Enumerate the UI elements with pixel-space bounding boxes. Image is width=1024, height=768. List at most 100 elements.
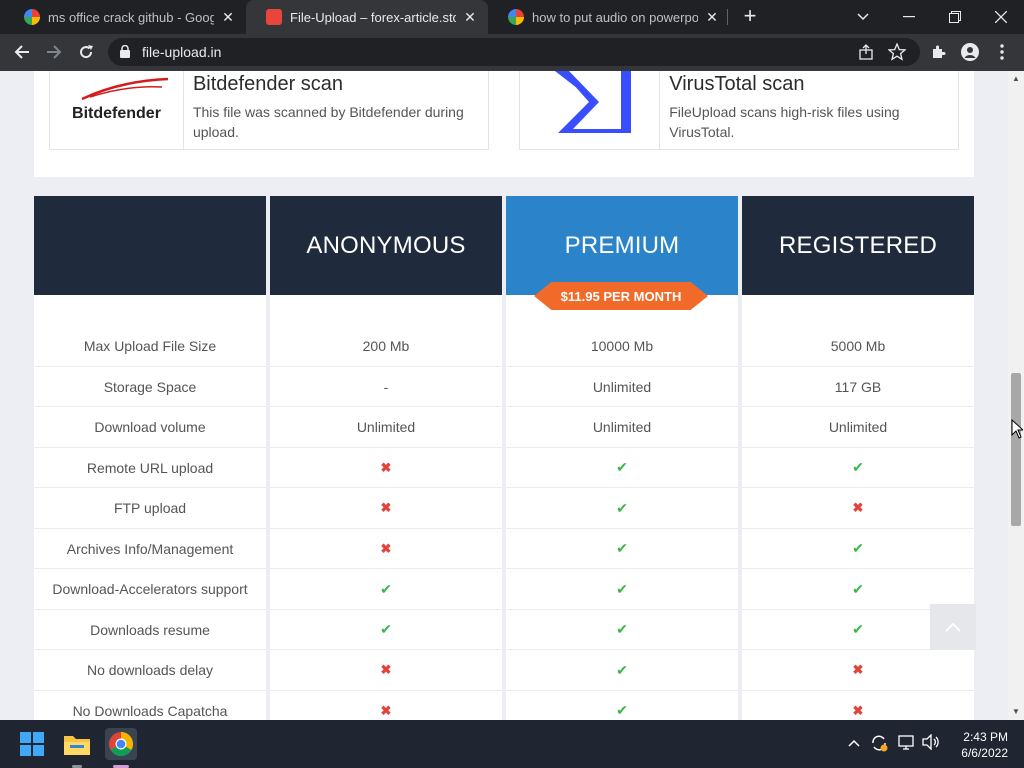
profile-button[interactable] [956,38,984,66]
feature-label: Archives Info/Management [66,540,234,557]
new-tab-button[interactable]: + [738,5,762,29]
clock-time: 2:43 PM [963,730,1008,744]
tab-google-search[interactable]: ms office crack github - Google S ✕ [4,0,246,34]
restore-button[interactable] [932,0,978,34]
scan-description: This file was scanned by Bitdefender dur… [192,104,464,140]
chrome-taskbar-button[interactable] [105,728,137,768]
feature-label: Storage Space [103,378,197,395]
table-row: Download volume Unlimited Unlimited Unlimit… [34,407,974,448]
scroll-to-top-button[interactable] [930,604,976,650]
scan-title: Bitdefender scan [192,73,344,95]
registered-cell: ✖ [742,691,974,721]
windows-logo-icon [20,732,44,756]
scroll-up-arrow-icon[interactable]: ▲ [1012,75,1020,83]
check-icon: ✔ [616,621,628,638]
scrollbar-thumb[interactable] [1011,373,1021,526]
plan-title: ANONYMOUS [306,231,466,259]
check-icon: ✔ [616,702,628,719]
scroll-down-arrow-icon[interactable]: ▼ [1012,708,1020,716]
back-button[interactable] [8,38,36,66]
network-icon[interactable] [898,734,916,753]
menu-button[interactable] [988,38,1016,66]
mouse-cursor-icon [1011,419,1023,439]
start-button[interactable] [16,728,48,760]
bitdefender-swoosh-icon [81,77,169,101]
virustotal-card: VirusTotal scan FileUpload scans high-ri… [519,71,959,150]
anonymous-cell: ✔ [270,569,502,610]
check-icon: ✔ [616,580,628,597]
bookmark-star-icon [888,43,906,61]
system-clock[interactable]: 2:43 PM 6/6/2022 [944,729,1008,761]
scan-panel: Bitdefender Bitdefender scan This file w… [34,71,974,177]
show-hidden-icons-button[interactable] [848,736,860,750]
chevron-up-icon [848,739,860,747]
table-row: No downloads delay ✖ ✔ ✖ [34,650,974,691]
virustotal-logo [520,71,661,149]
close-icon[interactable]: ✕ [462,9,478,25]
page-scrollbar[interactable]: ▲ ▼ [1008,71,1024,720]
premium-cell: Unlimited [592,378,652,395]
chevron-up-icon [945,622,961,632]
puzzle-icon [933,45,946,58]
forward-button[interactable] [40,38,68,66]
file-explorer-button[interactable] [61,728,93,768]
feature-label: Downloads resume [90,621,210,638]
feature-label: Remote URL upload [86,459,214,476]
feature-label: FTP upload [113,500,187,517]
check-icon: ✔ [852,580,864,597]
plan-header-registered: REGISTERED [742,196,974,295]
cross-icon: ✖ [380,459,392,475]
cross-icon: ✖ [380,500,392,516]
page-viewport: Bitdefender Bitdefender scan This file w… [0,71,1008,720]
plan-title: REGISTERED [778,231,938,259]
sync-status-icon[interactable] [870,734,888,755]
anonymous-cell: ✔ [270,610,502,651]
feature-label: No downloads delay [86,662,214,679]
tab-search-button[interactable] [840,0,886,34]
premium-cell: ✔ [506,650,738,691]
table-row: Storage Space - Unlimited 117 GB [34,367,974,407]
registered-cell: Unlimited [828,419,888,436]
virustotal-sigma-icon [555,71,631,133]
registered-cell: ✔ [742,448,974,489]
feature-label: Download volume [94,419,206,436]
table-row: Remote URL upload ✖ ✔ ✔ [34,448,974,489]
anonymous-cell: ✖ [270,691,502,721]
table-row: Download-Accelerators support ✔ ✔ ✔ [34,569,974,610]
tab-google-powerpoint[interactable]: how to put audio on powerpoint ✕ [488,0,730,34]
lock-icon [120,45,130,58]
scan-description: FileUpload scans high-risk files using V… [669,104,900,140]
check-icon: ✔ [852,540,864,557]
premium-cell: ✔ [506,529,738,570]
plan-header-anonymous: ANONYMOUS [270,196,502,295]
premium-price-badge: $11.95 PER MONTH [534,282,708,310]
anonymous-cell: ✖ [270,488,502,529]
close-window-button[interactable] [978,0,1024,34]
tab-file-upload[interactable]: File-Upload – forex-article.store - ✕ [246,0,488,34]
table-row: Downloads resume ✔ ✔ ✔ [34,610,974,651]
cross-icon: ✖ [380,662,392,678]
close-icon[interactable]: ✕ [220,9,236,25]
table-row: FTP upload ✖ ✔ ✖ [34,488,974,529]
cross-icon: ✖ [852,500,864,516]
minimize-icon [903,16,915,18]
close-icon[interactable]: ✕ [704,9,720,25]
clock-date: 6/6/2022 [961,746,1008,760]
profile-icon [961,43,979,61]
reload-icon [80,45,93,59]
check-icon: ✔ [852,459,864,476]
folder-icon [64,736,90,755]
volume-icon[interactable] [922,733,940,753]
chrome-icon [109,732,133,756]
bitdefender-card: Bitdefender Bitdefender scan This file w… [49,71,489,150]
address-bar[interactable]: file-upload.in [108,38,920,66]
check-icon: ✔ [852,621,864,638]
windows-taskbar: 2:43 PM 6/6/2022 [0,720,1024,768]
browser-toolbar: file-upload.in [0,34,1024,71]
tab-title: File-Upload – forex-article.store - [290,9,456,25]
premium-cell: 10000 Mb [590,338,654,355]
minimize-button[interactable] [886,0,932,34]
kebab-menu-icon [1000,44,1004,60]
reload-button[interactable] [72,38,100,66]
extensions-button[interactable] [924,38,952,66]
